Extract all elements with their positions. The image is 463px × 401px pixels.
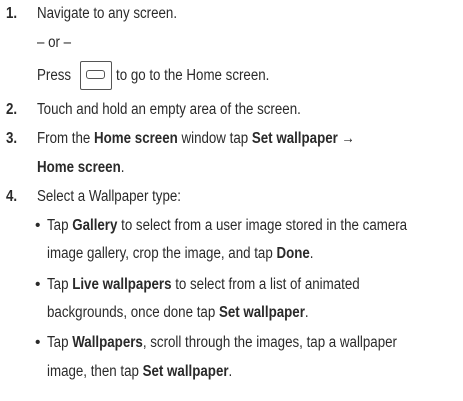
press-suffix: to go to the Home screen. [115,67,270,84]
step-number: 2. [6,101,18,118]
bullet-gallery-continued: image gallery, crop the image, and tap D… [47,245,314,262]
step-number: 4. [6,188,18,205]
home-key-icon [79,61,112,91]
step-number: 1. [6,5,18,22]
bullet-wallpapers-continued: image, then tap Set wallpaper. [47,363,233,380]
step-number: 3. [6,130,18,147]
step-text: From the Home screen window tap Set wall… [37,130,355,147]
step-3-continued: Home screen. [37,159,125,176]
press-label: Press [37,67,72,84]
bullet-live-wallpapers-continued: backgrounds, once done tap Set wallpaper… [47,304,309,321]
bullet-icon: • [35,334,41,351]
step-text: Select a Wallpaper type: [37,188,181,205]
bullet-icon: • [35,217,41,234]
instruction-document: 1. Navigate to any screen. – or – Press … [0,0,463,401]
step-text: Navigate to any screen. [37,5,178,22]
step-text: Touch and hold an empty area of the scre… [37,101,301,118]
bullet-icon: • [35,276,41,293]
press-line: Press to go to the Home screen. [37,61,294,91]
or-separator: – or – [37,34,72,51]
